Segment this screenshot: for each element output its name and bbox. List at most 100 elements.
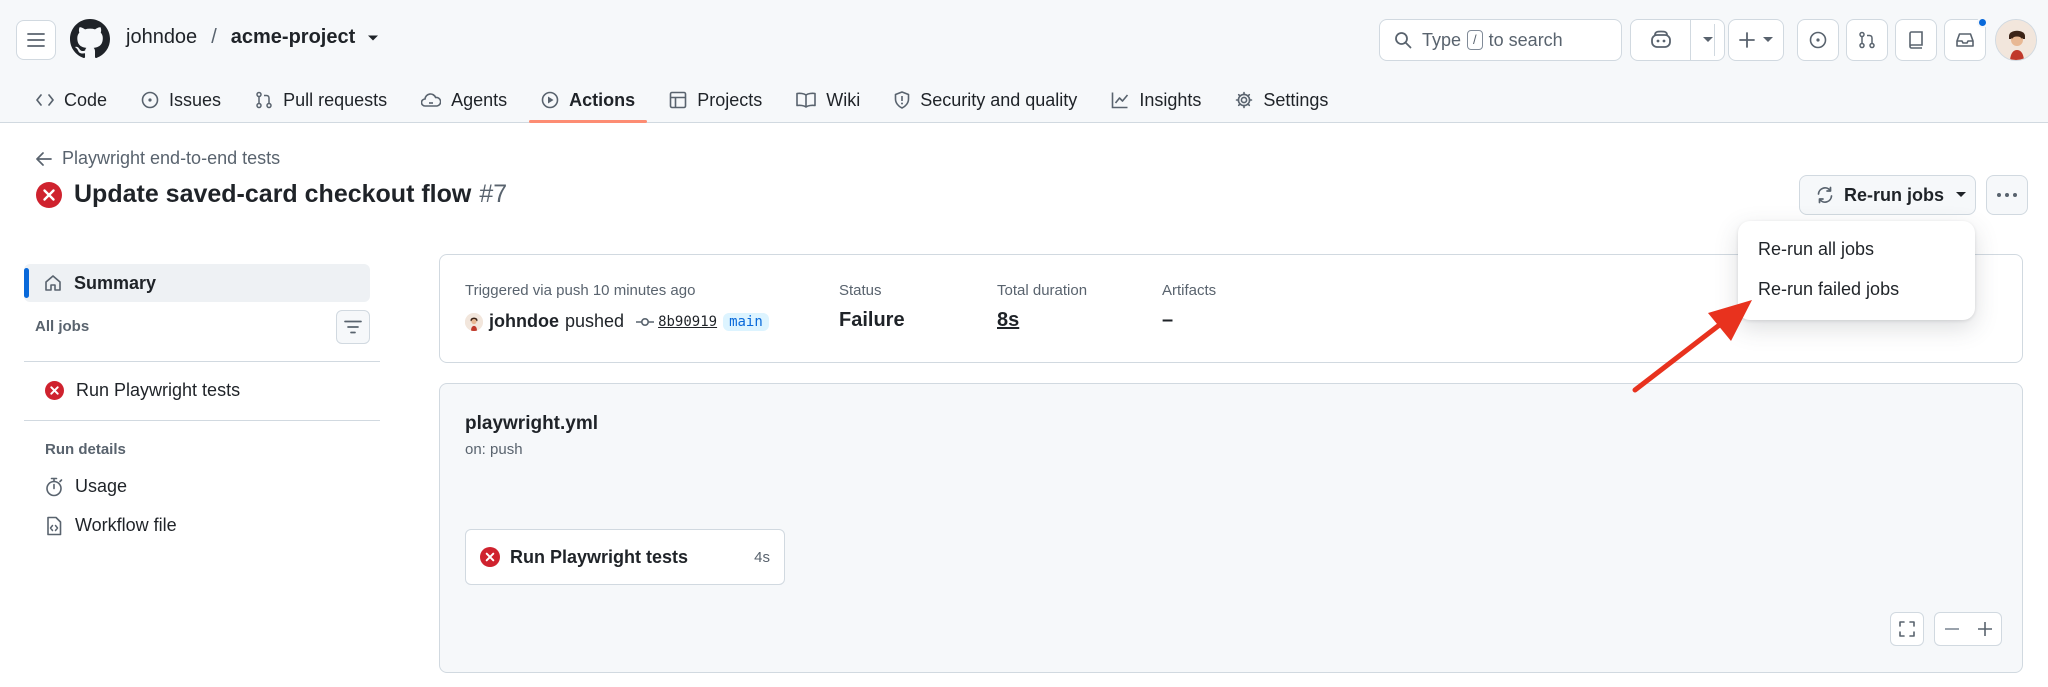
github-logo-icon[interactable]	[70, 19, 110, 59]
tab-label: Actions	[569, 89, 636, 110]
pull-requests-button[interactable]	[1846, 19, 1888, 61]
tab-security[interactable]: Security and quality	[882, 78, 1089, 122]
tab-wiki[interactable]: Wiki	[784, 78, 872, 122]
repo-navigation: Code Issues Pull requests Agents Actions…	[24, 78, 1350, 123]
breadcrumb-separator: /	[211, 26, 217, 48]
chevron-down-icon	[1956, 192, 1967, 197]
x-circle-fill-icon	[45, 381, 64, 400]
rerun-all-jobs-item[interactable]: Re-run all jobs	[1758, 239, 1874, 260]
notification-dot	[1977, 17, 1988, 28]
workflow-file-name: playwright.yml	[465, 413, 599, 434]
job-duration: 4s	[754, 549, 770, 566]
copilot-icon	[1650, 30, 1671, 48]
rerun-jobs-button[interactable]: Re-run jobs	[1799, 175, 1976, 215]
copilot-button[interactable]	[1631, 20, 1690, 60]
hamburger-icon	[27, 33, 45, 47]
graph-icon	[1112, 92, 1129, 109]
tab-label: Insights	[1139, 89, 1202, 110]
fullscreen-button[interactable]	[1890, 612, 1924, 646]
pull-request-icon	[1859, 31, 1875, 49]
job-node[interactable]: Run Playwright tests 4s	[465, 529, 785, 585]
arrow-left-icon	[36, 151, 52, 166]
inbox-icon	[1956, 33, 1974, 47]
copilot-button-group	[1630, 19, 1725, 61]
tab-pull-requests[interactable]: Pull requests	[243, 78, 399, 122]
status-stat: Status Failure	[839, 282, 905, 332]
actor-link[interactable]: johndoe	[489, 311, 559, 332]
chevron-down-icon[interactable]	[367, 34, 379, 42]
search-shortcut-key: /	[1467, 30, 1483, 50]
page-title: Update saved-card checkout flow #7	[36, 180, 507, 209]
duration-stat: Total duration 8s	[997, 282, 1087, 332]
rerun-jobs-menu: Re-run all jobs Re-run failed jobs	[1738, 221, 1975, 320]
run-number: #7	[479, 180, 508, 208]
trigger-info: Triggered via push 10 minutes ago	[465, 282, 696, 299]
search-suffix: to search	[1488, 29, 1563, 50]
filter-jobs-button[interactable]	[336, 310, 370, 344]
branch-label[interactable]: main	[723, 312, 769, 331]
tab-actions[interactable]: Actions	[529, 78, 648, 123]
rerun-failed-jobs-item[interactable]: Re-run failed jobs	[1758, 279, 1899, 300]
push-action: pushed	[565, 311, 625, 331]
pull-request-icon	[256, 91, 272, 109]
tab-settings[interactable]: Settings	[1223, 78, 1340, 122]
user-avatar-icon	[1996, 20, 2036, 60]
sidebar-item-workflow-file[interactable]: Workflow file	[45, 515, 177, 536]
agent-icon	[421, 93, 442, 107]
zoom-in-icon[interactable]	[1977, 622, 1992, 636]
sidebar-item-job[interactable]: Run Playwright tests	[45, 380, 240, 401]
sidebar-item-summary[interactable]: Summary	[24, 264, 370, 302]
avatar[interactable]	[1995, 19, 2037, 61]
stat-label: Status	[839, 282, 882, 299]
sync-icon	[1817, 186, 1833, 204]
tab-code[interactable]: Code	[24, 78, 119, 122]
issue-icon	[141, 91, 159, 109]
screen-full-icon	[1899, 621, 1915, 637]
sidebar-item-usage[interactable]: Usage	[45, 476, 127, 497]
back-link-label: Playwright end-to-end tests	[62, 148, 281, 168]
kebab-horizontal-icon	[1997, 193, 2017, 197]
copilot-dropdown-button[interactable]	[1690, 20, 1724, 60]
filter-icon	[344, 320, 362, 334]
tab-issues[interactable]: Issues	[129, 78, 233, 122]
tab-label: Pull requests	[283, 89, 388, 110]
all-jobs-heading: All jobs	[35, 318, 90, 335]
back-to-workflow-link[interactable]: Playwright end-to-end tests	[36, 148, 280, 169]
avatar[interactable]	[465, 312, 483, 331]
zoom-out-icon[interactable]	[1944, 628, 1959, 630]
sidebar-item-label: Run Playwright tests	[76, 380, 241, 400]
code-icon	[36, 94, 54, 106]
duration-value[interactable]: 8s	[997, 309, 1087, 332]
global-header: johndoe / acme-project Type / to search	[0, 0, 2048, 123]
issue-icon	[1809, 31, 1827, 49]
tab-label: Security and quality	[920, 89, 1078, 110]
file-code-icon	[47, 516, 62, 535]
search-input[interactable]: Type / to search	[1379, 19, 1622, 61]
repositories-button[interactable]	[1895, 19, 1937, 61]
rerun-jobs-label: Re-run jobs	[1844, 184, 1945, 205]
tab-label: Code	[64, 89, 108, 110]
status-value: Failure	[839, 309, 905, 331]
x-circle-fill-icon	[36, 181, 62, 208]
commit-sha-link[interactable]: 8b90919	[658, 314, 717, 330]
create-new-button[interactable]	[1728, 19, 1784, 61]
play-icon	[541, 91, 559, 109]
repo-breadcrumb: johndoe / acme-project	[126, 26, 379, 49]
home-icon	[45, 275, 61, 291]
run-details-heading: Run details	[45, 441, 126, 458]
repo-link[interactable]: acme-project	[231, 26, 356, 49]
x-circle-fill-icon	[480, 547, 500, 567]
stat-label: Artifacts	[1162, 282, 1217, 299]
more-options-button[interactable]	[1986, 175, 2028, 215]
sidebar-divider	[24, 361, 380, 362]
menu-button[interactable]	[16, 20, 56, 60]
tab-agents[interactable]: Agents	[409, 78, 519, 122]
issues-button[interactable]	[1797, 19, 1839, 61]
sidebar-item-label: Workflow file	[75, 515, 177, 535]
chevron-down-icon	[1763, 37, 1773, 42]
owner-link[interactable]: johndoe	[126, 26, 197, 49]
tab-insights[interactable]: Insights	[1099, 78, 1213, 122]
tab-projects[interactable]: Projects	[657, 78, 774, 122]
workflow-trigger: on: push	[465, 441, 523, 458]
tab-label: Wiki	[826, 89, 861, 110]
